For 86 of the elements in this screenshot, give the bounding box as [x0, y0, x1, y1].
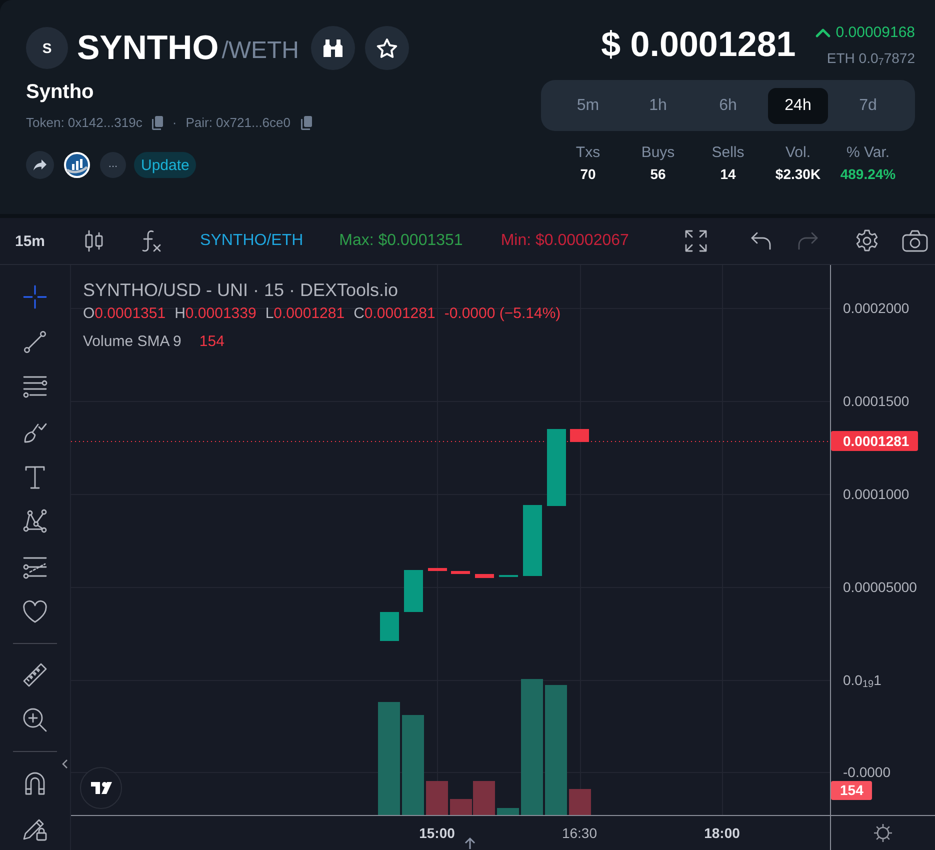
update-button[interactable]: Update	[134, 152, 196, 178]
candle	[570, 429, 589, 442]
more-button[interactable]: ...	[100, 152, 126, 178]
stat-value: 56	[650, 165, 666, 184]
watch-button[interactable]	[311, 26, 356, 70]
token-address: Token: 0x142...319c	[26, 114, 142, 132]
candles-icon[interactable]	[83, 230, 106, 252]
volume-bar	[497, 808, 519, 815]
binoculars-icon	[323, 39, 344, 57]
stat-label: Buys	[641, 143, 675, 163]
volume-badge: 154	[831, 781, 872, 800]
stat-value: 70	[580, 165, 596, 184]
time-axis-label: 16:30	[560, 824, 598, 843]
candle	[428, 568, 447, 571]
price-change-value: -0.0000 (−5.14%)	[444, 304, 561, 324]
price-axis-label: 0.0$_{19}$1	[843, 671, 882, 690]
price-axis-label: 0.00005000	[843, 578, 917, 597]
copy-icon[interactable]	[300, 116, 312, 130]
separator-dot: ·	[172, 114, 177, 132]
volume-bar	[426, 781, 448, 815]
share-button[interactable]	[26, 151, 54, 179]
pair-symbol[interactable]: SYNTHO/ETH	[200, 232, 304, 250]
indicator-name: Volume SMA 9	[83, 332, 182, 352]
logo-icon[interactable]	[80, 767, 122, 809]
timeframe-tab[interactable]: 5m	[558, 88, 618, 124]
min-price: Min: $0.00002067	[500, 232, 629, 250]
candle	[404, 570, 423, 612]
quote-symbol: /WETH	[222, 36, 300, 66]
time-axis-label: 15:00	[418, 824, 456, 843]
copy-icon[interactable]	[151, 116, 164, 130]
pair-address: Pair: 0x721...6ce0	[186, 114, 290, 132]
undo-icon[interactable]	[749, 231, 773, 251]
price-axis-label: 0.0001500	[843, 392, 910, 411]
crosshair-icon[interactable]	[22, 284, 48, 310]
favorite-button[interactable]	[365, 26, 410, 70]
price-change: 0.00009168	[836, 23, 915, 43]
fullscreen-icon[interactable]	[684, 229, 708, 253]
candle	[451, 571, 470, 574]
stat-label: Sells	[712, 143, 744, 163]
stat-label: Vol.	[785, 143, 811, 163]
chevron-left-icon[interactable]	[62, 759, 68, 769]
candle	[380, 612, 399, 641]
heart-icon[interactable]	[22, 598, 48, 625]
price-axis-label: 0.0002000	[843, 299, 910, 318]
function-icon[interactable]	[140, 229, 162, 253]
price-value: $ 0.0001281	[601, 24, 796, 66]
star-icon	[376, 38, 398, 58]
eth-price: ETH 0.0$_{7}$7872	[826, 49, 915, 68]
connected-nodes-icon[interactable]	[22, 509, 48, 536]
stat-label: Txs	[576, 143, 600, 163]
candle	[475, 574, 494, 578]
max-price: Max: $0.0001351	[339, 232, 463, 250]
ohlc-value: C0.0001281	[354, 304, 436, 324]
price-axis-label: 0.0001000	[843, 485, 910, 504]
camera-icon[interactable]	[902, 230, 928, 252]
stat-value: 14	[720, 165, 736, 184]
timeframe-tab[interactable]: 7d	[838, 88, 898, 124]
stat-value: 489.24%	[840, 165, 896, 184]
candle	[523, 505, 542, 576]
ohlc-value: H0.0001339	[174, 304, 256, 324]
last-price-badge: 0.0001281	[831, 431, 918, 451]
price-axis-label: -0.0000	[843, 763, 890, 782]
chart-title: SYNTHO/USD - UNI · 15 · DEXTools.io	[83, 279, 398, 301]
ohlc-value: L0.0001281	[265, 304, 345, 324]
timeframe-tab[interactable]: 24h	[768, 88, 828, 124]
sun-icon[interactable]	[873, 823, 893, 843]
token-symbol: SYNTHO	[77, 28, 219, 69]
share-icon	[33, 159, 47, 171]
ruler-icon[interactable]	[22, 662, 48, 688]
horizontal-lines-icon[interactable]	[22, 374, 48, 400]
up-arrow-icon[interactable]	[464, 837, 476, 849]
indicator-value: 154	[199, 332, 224, 352]
timeframe-tab[interactable]: 1h	[628, 88, 688, 124]
stat-value: $2.30K	[775, 165, 821, 184]
volume-bar	[569, 789, 591, 815]
chart-logo-icon[interactable]	[64, 152, 90, 178]
zoom-in-icon[interactable]	[22, 706, 48, 733]
interval-label[interactable]: 15m	[15, 232, 46, 250]
ohlc-value: O0.0001351	[83, 304, 166, 324]
stat-label: % Var.	[846, 143, 890, 163]
trend-line-icon[interactable]	[22, 329, 48, 356]
settings-icon[interactable]	[855, 229, 879, 253]
token-avatar: S	[26, 27, 68, 69]
token-name: Syntho	[26, 80, 94, 104]
time-axis-label: 18:00	[703, 824, 741, 843]
timeframe-tab[interactable]: 6h	[698, 88, 758, 124]
